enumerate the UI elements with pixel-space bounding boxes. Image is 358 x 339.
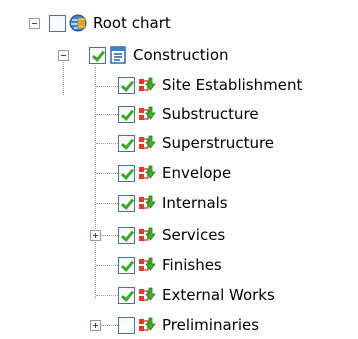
- item-checkbox[interactable]: [118, 105, 135, 123]
- tree-node-item[interactable]: External Works: [0, 281, 275, 309]
- tree-node-label: Root chart: [93, 13, 171, 32]
- task-arrow-icon: [139, 287, 156, 301]
- tree-node-item[interactable]: Preliminaries: [0, 311, 259, 339]
- root-chart-checkbox[interactable]: [49, 14, 66, 32]
- task-arrow-icon: [139, 195, 156, 209]
- item-checkbox[interactable]: [118, 194, 135, 212]
- task-arrow-icon: [139, 257, 156, 271]
- item-checkbox[interactable]: [118, 286, 135, 304]
- tree-node-item[interactable]: Site Establishment: [0, 71, 302, 99]
- construction-checkbox[interactable]: [89, 46, 106, 64]
- tree-node-item[interactable]: Envelope: [0, 159, 231, 187]
- tree-node-label: Substructure: [162, 104, 259, 123]
- item-checkbox[interactable]: [118, 76, 135, 94]
- tree-node-item[interactable]: Superstructure: [0, 129, 274, 157]
- task-arrow-icon: [139, 227, 156, 241]
- tree-node-label: Finishes: [162, 255, 222, 274]
- tree-node-construction[interactable]: Construction: [0, 41, 229, 69]
- expand-toggle[interactable]: [90, 319, 101, 331]
- tree-node-item[interactable]: Internals: [0, 189, 228, 217]
- item-checkbox[interactable]: [118, 226, 135, 244]
- task-arrow-icon: [139, 317, 156, 331]
- collapse-toggle[interactable]: [29, 17, 40, 29]
- tree-node-label: Internals: [162, 193, 228, 212]
- tree-node-label: External Works: [162, 285, 275, 304]
- item-checkbox[interactable]: [118, 316, 135, 334]
- tree-node-item[interactable]: Finishes: [0, 251, 222, 279]
- tree-node-label: Construction: [133, 45, 229, 64]
- task-arrow-icon: [139, 135, 156, 149]
- tree-view: Root chart Construction Site Establishme…: [0, 0, 358, 337]
- tree-node-label: Services: [162, 225, 226, 244]
- tree-node-label: Preliminaries: [162, 315, 260, 334]
- tree-node-root-chart[interactable]: Root chart: [0, 9, 171, 37]
- item-checkbox[interactable]: [118, 134, 135, 152]
- tree-node-item[interactable]: Substructure: [0, 100, 259, 128]
- expand-toggle[interactable]: [90, 229, 101, 241]
- chart-document-icon: [110, 46, 126, 64]
- item-checkbox[interactable]: [118, 164, 135, 182]
- item-checkbox[interactable]: [118, 256, 135, 274]
- tree-node-item[interactable]: Services: [0, 221, 225, 249]
- collapse-toggle[interactable]: [58, 49, 69, 61]
- task-arrow-icon: [139, 77, 156, 91]
- tree-node-label: Site Establishment: [162, 75, 303, 94]
- task-arrow-icon: [139, 106, 156, 120]
- task-arrow-icon: [139, 165, 156, 179]
- tree-node-label: Envelope: [162, 163, 232, 182]
- tree-node-label: Superstructure: [162, 133, 275, 152]
- globe-chart-icon: [69, 14, 87, 32]
